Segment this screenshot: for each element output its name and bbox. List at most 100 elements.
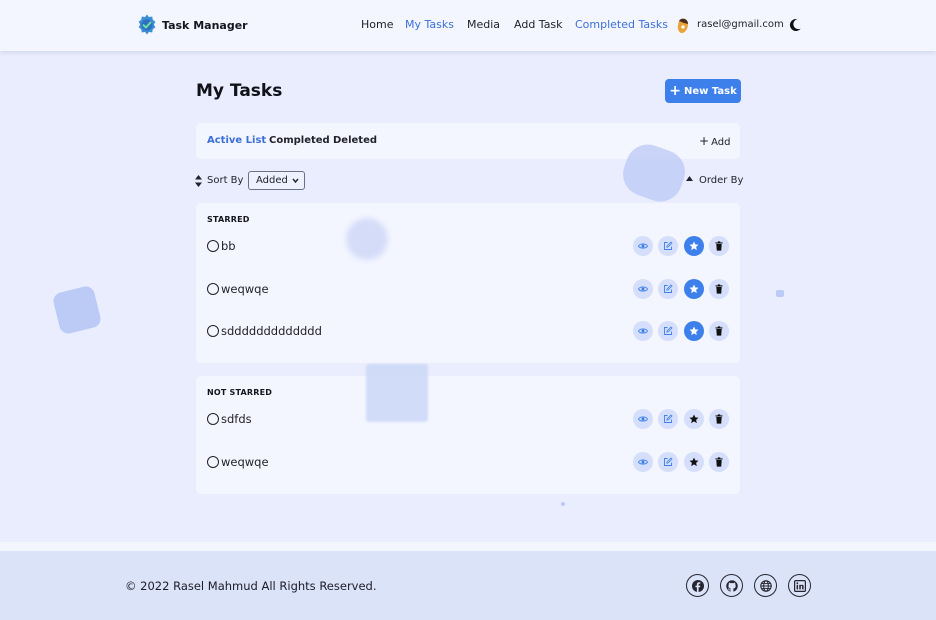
- view-task-button[interactable]: [633, 451, 653, 472]
- decorative-shape: [51, 284, 103, 336]
- tab-active-list[interactable]: Active List: [207, 135, 266, 146]
- delete-task-button[interactable]: [709, 236, 729, 256]
- view-task-button[interactable]: [633, 409, 653, 429]
- view-task-button[interactable]: [633, 321, 653, 341]
- eye-icon: [638, 243, 648, 249]
- add-list-button[interactable]: + Add: [699, 134, 730, 148]
- edit-icon: [664, 414, 673, 423]
- tab-completed[interactable]: Completed: [269, 135, 330, 146]
- complete-task-radio[interactable]: [207, 413, 219, 425]
- task-title: bb: [221, 239, 236, 253]
- star-icon: [689, 326, 699, 336]
- nav-completed-tasks[interactable]: Completed Tasks: [575, 18, 668, 31]
- website-link[interactable]: [754, 574, 777, 597]
- add-label: Add: [711, 137, 731, 148]
- github-icon: [725, 579, 738, 592]
- eye-icon: [638, 285, 648, 292]
- globe-icon: [759, 579, 772, 592]
- decorative-shape: [561, 502, 565, 506]
- trash-icon: [715, 241, 723, 251]
- complete-task-radio[interactable]: [207, 282, 219, 295]
- delete-task-button[interactable]: [709, 409, 729, 429]
- github-link[interactable]: [720, 574, 743, 597]
- trash-icon: [715, 414, 723, 424]
- starred-heading: STARRED: [207, 215, 250, 224]
- user-email[interactable]: rasel@gmail.com: [697, 19, 784, 30]
- task-title: sdfds: [221, 412, 252, 426]
- eye-icon: [638, 416, 648, 422]
- nav-my-tasks[interactable]: My Tasks: [405, 18, 454, 31]
- page-title: My Tasks: [196, 81, 283, 101]
- plus-icon: +: [699, 134, 710, 148]
- nav-add-task[interactable]: Add Task: [514, 18, 563, 31]
- delete-task-button[interactable]: [709, 451, 729, 472]
- footer-divider: [0, 542, 936, 551]
- task-title: weqwqe: [221, 454, 269, 469]
- task-title: weqwqe: [221, 281, 269, 296]
- navbar: Task Manager Home My Tasks Media Add Tas…: [0, 0, 936, 51]
- edit-task-button[interactable]: [658, 278, 678, 299]
- sort-selected-value: Added: [256, 175, 288, 186]
- complete-task-radio[interactable]: [207, 455, 219, 468]
- star-icon: [689, 284, 699, 293]
- starred-tasks-panel: STARRED bb weqwqe sddddddddddddd: [196, 203, 740, 363]
- complete-task-radio[interactable]: [207, 325, 219, 337]
- edit-task-button[interactable]: [658, 321, 678, 341]
- star-icon: [689, 241, 699, 251]
- star-task-button[interactable]: [684, 236, 704, 256]
- task-row: bb: [196, 234, 740, 258]
- edit-icon: [664, 326, 673, 335]
- linkedin-icon: [793, 579, 806, 592]
- edit-icon: [664, 241, 673, 250]
- star-task-button[interactable]: [684, 278, 704, 299]
- edit-task-button[interactable]: [658, 409, 678, 429]
- star-task-button[interactable]: [684, 451, 704, 472]
- new-task-label: New Task: [683, 85, 737, 97]
- view-task-button[interactable]: [633, 278, 653, 299]
- sort-by-select[interactable]: Added: [248, 171, 305, 190]
- nav-home[interactable]: Home: [361, 18, 393, 31]
- task-row: sdfds: [196, 407, 740, 431]
- edit-icon: [664, 283, 673, 293]
- view-task-button[interactable]: [633, 236, 653, 256]
- order-by-label[interactable]: Order By: [699, 175, 743, 186]
- delete-task-button[interactable]: [709, 321, 729, 341]
- eye-icon: [638, 458, 648, 465]
- eye-icon: [638, 328, 648, 334]
- star-icon: [689, 414, 699, 424]
- new-task-button[interactable]: + New Task: [665, 79, 741, 103]
- facebook-link[interactable]: [686, 574, 709, 597]
- user-avatar-icon[interactable]: [676, 17, 690, 34]
- decorative-shape: [346, 218, 388, 260]
- facebook-icon: [691, 579, 704, 592]
- plus-icon: +: [669, 83, 681, 99]
- edit-task-button[interactable]: [658, 236, 678, 256]
- brand-name: Task Manager: [162, 18, 248, 32]
- trash-icon: [715, 283, 723, 294]
- sort-by-label: Sort By: [207, 175, 244, 186]
- copyright-text: © 2022 Rasel Mahmud All Rights Reserved.: [125, 579, 377, 593]
- task-row: weqwqe: [196, 450, 740, 474]
- gear-check-logo-icon: [138, 14, 156, 35]
- tab-deleted[interactable]: Deleted: [333, 135, 377, 146]
- edit-icon: [664, 456, 673, 466]
- edit-task-button[interactable]: [658, 451, 678, 472]
- linkedin-link[interactable]: [788, 574, 811, 597]
- trash-icon: [715, 326, 723, 336]
- star-task-button[interactable]: [684, 409, 704, 429]
- chevron-down-icon: [292, 178, 299, 184]
- task-title: sddddddddddddd: [221, 324, 322, 338]
- brand[interactable]: Task Manager: [135, 13, 248, 37]
- decorative-shape: [776, 290, 784, 297]
- nav-media[interactable]: Media: [467, 18, 500, 31]
- not-starred-heading: NOT STARRED: [207, 388, 273, 397]
- sort-icon: [195, 175, 202, 187]
- complete-task-radio[interactable]: [207, 240, 219, 252]
- task-row: sddddddddddddd: [196, 319, 740, 343]
- not-starred-tasks-panel: NOT STARRED sdfds weqwqe: [196, 376, 740, 494]
- star-task-button[interactable]: [684, 321, 704, 341]
- task-row: weqwqe: [196, 277, 740, 301]
- caret-up-icon[interactable]: [686, 176, 693, 181]
- dark-mode-moon-icon[interactable]: [788, 18, 802, 32]
- delete-task-button[interactable]: [709, 278, 729, 299]
